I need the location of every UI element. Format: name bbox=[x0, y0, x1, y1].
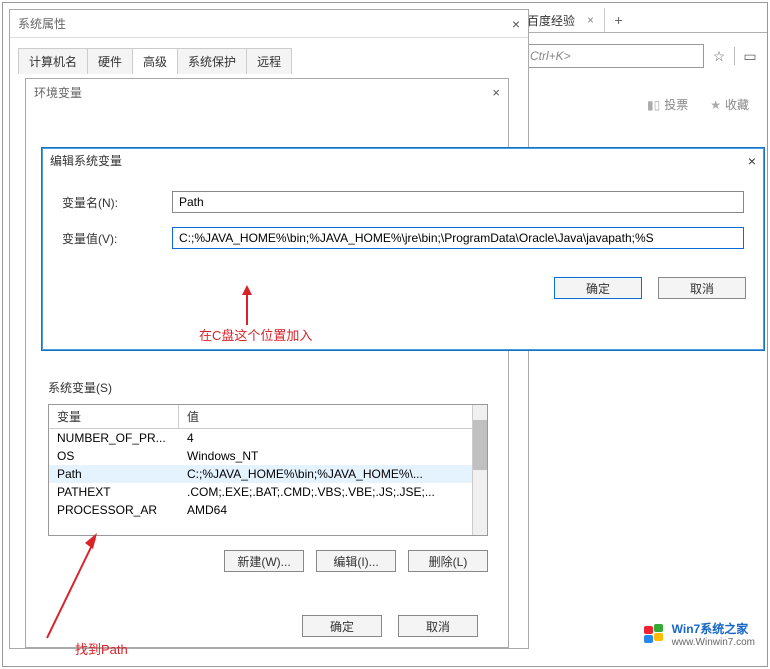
sysvars-header: 变量 值 bbox=[49, 405, 487, 429]
editvar-title: 编辑系统变量 bbox=[50, 152, 122, 169]
watermark-logo-icon bbox=[644, 624, 666, 644]
tab-advanced[interactable]: 高级 bbox=[132, 48, 178, 74]
envvars-close-icon[interactable]: × bbox=[492, 85, 500, 100]
sysvars-body: NUMBER_OF_PR...4 OSWindows_NT PathC:;%JA… bbox=[49, 429, 487, 535]
page-actions: ▮▯ 投票 ★ 收藏 bbox=[647, 96, 749, 113]
edit-variable-dialog: 编辑系统变量 × 变量名(N): 变量值(V): 确定 取消 bbox=[41, 147, 765, 351]
screenshot-frame: 百度经验 × + Ctrl+K> ☆ ▭ ▮▯ 投票 ★ 收藏 系统属性 × 计… bbox=[2, 2, 768, 667]
system-variables-section: 系统变量(S) 变量 值 NUMBER_OF_PR...4 OSWindows_… bbox=[48, 379, 488, 572]
editvar-titlebar[interactable]: 编辑系统变量 × bbox=[42, 148, 764, 173]
vote-label: 投票 bbox=[664, 96, 688, 113]
var-name-input[interactable] bbox=[172, 191, 744, 213]
envvars-title: 环境变量 bbox=[34, 84, 82, 101]
watermark-title: Win7系统之家 bbox=[672, 620, 755, 637]
browser-toolbar: Ctrl+K> ☆ ▭ bbox=[517, 41, 767, 71]
table-row-path[interactable]: PathC:;%JAVA_HOME%\bin;%JAVA_HOME%\... bbox=[49, 465, 487, 483]
table-scrollbar[interactable] bbox=[472, 405, 487, 535]
edit-var-button[interactable]: 编辑(I)... bbox=[316, 550, 396, 572]
table-row[interactable]: NUMBER_OF_PR...4 bbox=[49, 429, 487, 447]
envvars-cancel-button[interactable]: 取消 bbox=[398, 615, 478, 637]
col-value[interactable]: 值 bbox=[179, 405, 487, 428]
table-row[interactable]: OSWindows_NT bbox=[49, 447, 487, 465]
favorite-button[interactable]: ★ 收藏 bbox=[710, 96, 749, 113]
tab-close-icon[interactable]: × bbox=[587, 13, 594, 27]
editvar-value-row: 变量值(V): bbox=[62, 227, 744, 249]
sysprops-tabs: 计算机名 硬件 高级 系统保护 远程 bbox=[18, 48, 520, 74]
tab-hardware[interactable]: 硬件 bbox=[87, 48, 133, 74]
editvar-ok-button[interactable]: 确定 bbox=[554, 277, 642, 299]
toolbar-separator bbox=[734, 47, 735, 65]
col-variable[interactable]: 变量 bbox=[49, 405, 179, 428]
delete-var-button[interactable]: 删除(L) bbox=[408, 550, 488, 572]
table-row[interactable]: PROCESSOR_ARAMD64 bbox=[49, 501, 487, 519]
browser-tab-area: 百度经验 × + bbox=[517, 8, 767, 33]
favorite-icon: ★ bbox=[710, 98, 721, 112]
var-value-label: 变量值(V): bbox=[62, 230, 172, 247]
sysvars-label: 系统变量(S) bbox=[48, 379, 488, 396]
watermark: Win7系统之家 www.Winwin7.com bbox=[644, 620, 755, 648]
new-tab-button[interactable]: + bbox=[604, 8, 632, 32]
scrollbar-thumb[interactable] bbox=[473, 420, 487, 470]
vote-button[interactable]: ▮▯ 投票 bbox=[647, 96, 688, 113]
tab-computer-name[interactable]: 计算机名 bbox=[18, 48, 88, 74]
tab-remote[interactable]: 远程 bbox=[246, 48, 292, 74]
sysvars-table[interactable]: 变量 值 NUMBER_OF_PR...4 OSWindows_NT PathC… bbox=[48, 404, 488, 536]
table-row[interactable]: PATHEXT.COM;.EXE;.BAT;.CMD;.VBS;.VBE;.JS… bbox=[49, 483, 487, 501]
envvars-titlebar[interactable]: 环境变量 × bbox=[26, 79, 508, 105]
bookmark-star-icon[interactable]: ☆ bbox=[708, 45, 730, 67]
vote-icon: ▮▯ bbox=[647, 98, 660, 112]
library-icon[interactable]: ▭ bbox=[739, 45, 761, 67]
var-name-label: 变量名(N): bbox=[62, 194, 172, 211]
urlbar-hint[interactable]: Ctrl+K> bbox=[523, 44, 704, 68]
editvar-body: 变量名(N): 变量值(V): 确定 取消 bbox=[42, 173, 764, 317]
editvar-buttons: 确定 取消 bbox=[62, 277, 746, 299]
envvars-dialog-buttons: 确定 取消 bbox=[302, 615, 478, 637]
watermark-text: Win7系统之家 www.Winwin7.com bbox=[672, 620, 755, 648]
new-var-button[interactable]: 新建(W)... bbox=[224, 550, 304, 572]
editvar-name-row: 变量名(N): bbox=[62, 191, 744, 213]
tab-baidu[interactable]: 百度经验 × bbox=[517, 8, 604, 32]
watermark-url: www.Winwin7.com bbox=[672, 637, 755, 648]
var-value-input[interactable] bbox=[172, 227, 744, 249]
sysprops-titlebar[interactable]: 系统属性 × bbox=[10, 10, 528, 38]
sysprops-title: 系统属性 bbox=[18, 15, 66, 32]
editvar-close-icon[interactable]: × bbox=[748, 153, 756, 169]
sysvars-buttons: 新建(W)... 编辑(I)... 删除(L) bbox=[48, 550, 488, 572]
tab-protection[interactable]: 系统保护 bbox=[177, 48, 247, 74]
tab-label: 百度经验 bbox=[527, 12, 575, 29]
editvar-cancel-button[interactable]: 取消 bbox=[658, 277, 746, 299]
sysprops-close-icon[interactable]: × bbox=[512, 16, 520, 32]
envvars-ok-button[interactable]: 确定 bbox=[302, 615, 382, 637]
favorite-label: 收藏 bbox=[725, 96, 749, 113]
